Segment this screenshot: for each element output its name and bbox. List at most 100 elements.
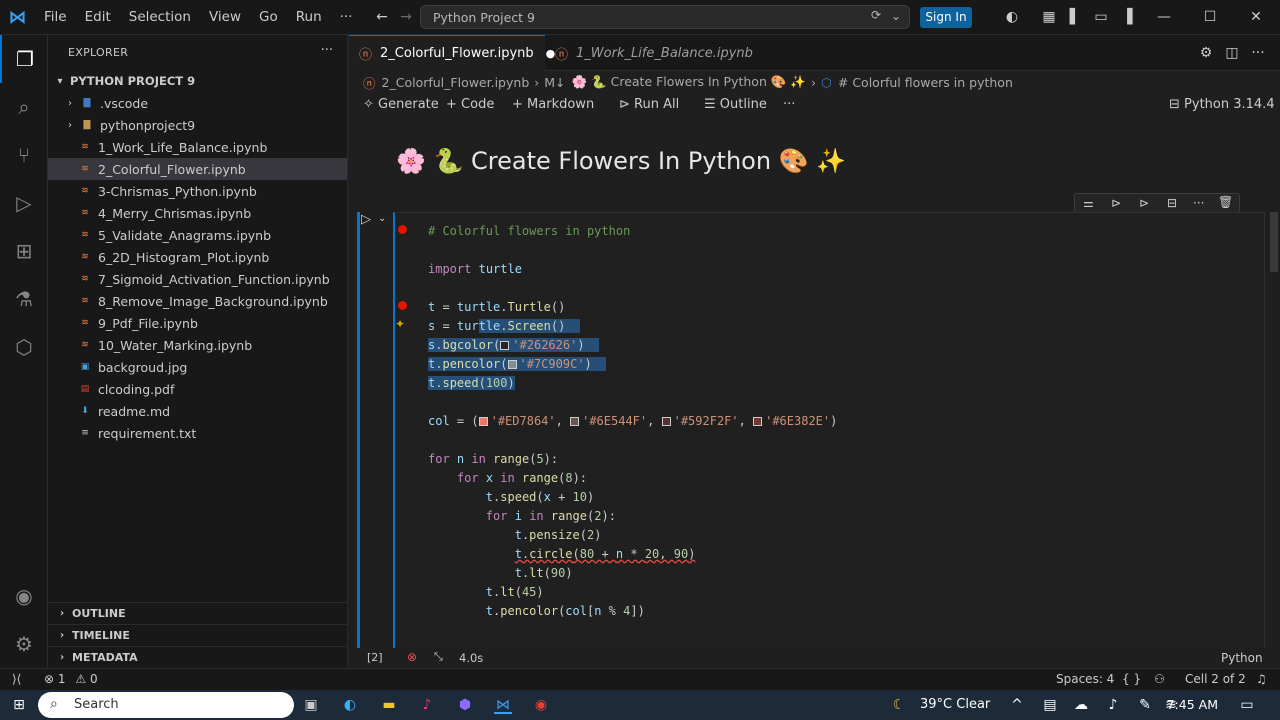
color-swatch[interactable] [500, 341, 510, 350]
back-arrow-icon[interactable]: ← [374, 9, 390, 25]
explorer-icon[interactable]: ❐ [0, 35, 48, 83]
menu-run[interactable]: Run [287, 0, 331, 35]
remote-icon[interactable]: ⟩⟨ [12, 672, 21, 686]
breadcrumb-file[interactable]: 2_Colorful_Flower.ipynb [382, 75, 530, 90]
project-folder-header[interactable]: ▾ PYTHON PROJECT 9 [48, 70, 347, 92]
explorer-file[interactable]: ≋ 5_Validate_Anagrams.ipynb [48, 224, 347, 246]
more-actions-icon[interactable]: ··· [321, 43, 333, 58]
explorer-file[interactable]: ≋ 4_Merry_Chrismas.ipynb [48, 202, 347, 224]
settings-gear-icon[interactable]: ⚙ [0, 620, 48, 668]
execute-above-icon[interactable]: ⊳ [1111, 196, 1121, 210]
add-markdown-cell-button[interactable]: + Markdown [512, 97, 594, 112]
kernel-picker[interactable]: ⊟ Python 3.14.4 [1169, 97, 1275, 112]
chevron-down-icon[interactable]: ⌄ [891, 9, 901, 23]
explorer-file[interactable]: ≋ 1_Work_Life_Balance.ipynb [48, 136, 347, 158]
tab-colorful-flower[interactable]: ⓝ 2_Colorful_Flower.ipynb ● [349, 35, 555, 71]
add-code-cell-button[interactable]: + Code [446, 97, 494, 112]
language-mode-icon[interactable]: { } [1122, 672, 1141, 686]
minimize-icon[interactable]: — [1156, 9, 1172, 25]
breadcrumb-heading[interactable]: 🌸 🐍 Create Flowers In Python 🎨 ✨ [572, 74, 806, 90]
source-control-icon[interactable]: ⑂ [0, 131, 48, 179]
cell-language[interactable]: Python [1221, 651, 1263, 665]
testing-icon[interactable]: ⚗ [0, 275, 48, 323]
gear-icon[interactable]: ⚙ [1198, 45, 1214, 61]
explorer-file[interactable]: ≋ 2_Colorful_Flower.ipynb [48, 158, 347, 180]
menu-edit[interactable]: Edit [76, 0, 120, 35]
layout-customize-icon[interactable]: ▦ [1041, 9, 1057, 25]
toggle-secondary-sidebar-icon[interactable]: ▐ [1119, 9, 1135, 25]
maximize-icon[interactable]: ☐ [1202, 9, 1218, 25]
split-editor-icon[interactable]: ◫ [1224, 45, 1240, 61]
outline-section[interactable]: › OUTLINE [48, 602, 347, 624]
color-swatch[interactable] [661, 417, 671, 426]
taskbar-search-box[interactable]: ⌕ Search [38, 692, 294, 718]
explorer-file[interactable]: ≡ requirement.txt [48, 422, 347, 444]
chrome-icon[interactable]: ◉ [532, 696, 550, 714]
menu-view[interactable]: View [200, 0, 250, 35]
explorer-file[interactable]: ≋ 9_Pdf_File.ipynb [48, 312, 347, 334]
tiktok-icon[interactable]: ♪ [418, 696, 436, 714]
clock-time[interactable]: 7:45 AM [1166, 697, 1218, 712]
color-swatch[interactable] [478, 417, 488, 426]
cell-position[interactable]: Cell 2 of 2 [1185, 672, 1246, 686]
expand-output-icon[interactable]: ⤡ [434, 650, 443, 664]
color-swatch[interactable] [507, 360, 517, 369]
problems-indicator[interactable]: ⊗ 1 ⚠ 0 [44, 672, 98, 686]
account-icon[interactable]: ◉ [0, 572, 48, 620]
more-actions-icon[interactable]: ··· [783, 97, 795, 112]
generate-button[interactable]: ✧ Generate [363, 97, 439, 112]
variables-icon[interactable]: ⚌ [1083, 196, 1094, 210]
explorer-folder[interactable]: › ▇ .vscode [48, 92, 347, 114]
explorer-file[interactable]: ≋ 8_Remove_Image_Background.ipynb [48, 290, 347, 312]
python-icon[interactable]: ⬡ [0, 323, 48, 371]
breakpoint-icon[interactable] [398, 301, 407, 310]
explorer-file[interactable]: ▤ clcoding.pdf [48, 378, 347, 400]
teams-icon[interactable]: ⬢ [456, 696, 474, 714]
menu-file[interactable]: File [35, 0, 76, 35]
weather-text[interactable]: 39°C Clear [920, 697, 990, 712]
windows-start-icon[interactable]: ⊞ [10, 696, 28, 714]
explorer-folder[interactable]: › ▇ pythonproject9 [48, 114, 347, 136]
breadcrumb-cell[interactable]: # Colorful flowers in python [838, 75, 1013, 90]
metadata-section[interactable]: › METADATA [48, 646, 347, 668]
kernel-status-icon[interactable]: ⚇ [1154, 672, 1165, 686]
explorer-file[interactable]: ⬇ readme.md [48, 400, 347, 422]
pen-icon[interactable]: ✎ [1136, 696, 1154, 714]
delete-trash-icon[interactable]: 🗑 [1218, 195, 1233, 209]
chevron-up-icon[interactable]: ^ [1008, 696, 1026, 714]
scrollbar-thumb[interactable] [1270, 212, 1278, 272]
split-cell-icon[interactable]: ⊟ [1167, 196, 1177, 210]
explorer-file[interactable]: ≋ 10_Water_Marking.ipynb [48, 334, 347, 356]
outline-button[interactable]: ☰ Outline [704, 97, 767, 112]
menu-more[interactable]: ··· [331, 0, 362, 35]
run-all-button[interactable]: ⊳ Run All [619, 97, 679, 112]
code-cell[interactable]: ✦ # Colorful flowers in python import tu… [393, 212, 1265, 652]
tab-work-life-balance[interactable]: ⓝ 1_Work_Life_Balance.ipynb [545, 35, 755, 71]
toggle-panel-icon[interactable]: ▭ [1093, 9, 1109, 25]
tray-app-icon[interactable]: ▤ [1041, 696, 1059, 714]
menu-selection[interactable]: Selection [120, 0, 200, 35]
edge-browser-icon[interactable]: ◐ [341, 696, 359, 714]
forward-arrow-icon[interactable]: → [398, 9, 414, 25]
file-explorer-icon[interactable]: ▬ [380, 696, 398, 714]
close-icon[interactable]: ✕ [1248, 9, 1264, 25]
color-swatch[interactable] [753, 417, 763, 426]
color-swatch[interactable] [570, 417, 580, 426]
command-center[interactable]: Python Project 9 ⌄ ⟳ [420, 5, 910, 29]
markdown-heading[interactable]: 🌸 🐍 Create Flowers In Python 🎨 ✨ [396, 147, 846, 175]
explorer-file[interactable]: ≋ 6_2D_Histogram_Plot.ipynb [48, 246, 347, 268]
more-actions-icon[interactable]: ··· [1193, 196, 1204, 210]
vscode-taskbar-icon[interactable]: ⋈ [494, 696, 512, 714]
task-view-icon[interactable]: ▣ [302, 696, 320, 714]
extensions-icon[interactable]: ⊞ [0, 227, 48, 275]
copilot-icon[interactable]: ⟳ [871, 8, 881, 22]
explorer-file[interactable]: ▣ backgroud.jpg [48, 356, 347, 378]
more-actions-icon[interactable]: ··· [1250, 45, 1266, 61]
explorer-file[interactable]: ≋ 7_Sigmoid_Activation_Function.ipynb [48, 268, 347, 290]
timeline-section[interactable]: › TIMELINE [48, 624, 347, 646]
sign-in-button[interactable]: Sign In [920, 7, 972, 28]
breakpoint-icon[interactable] [398, 225, 407, 234]
run-debug-icon[interactable]: ▷ [0, 179, 48, 227]
notifications-icon[interactable]: ▭ [1238, 696, 1256, 714]
lightbulb-icon[interactable]: ✦ [395, 317, 405, 331]
